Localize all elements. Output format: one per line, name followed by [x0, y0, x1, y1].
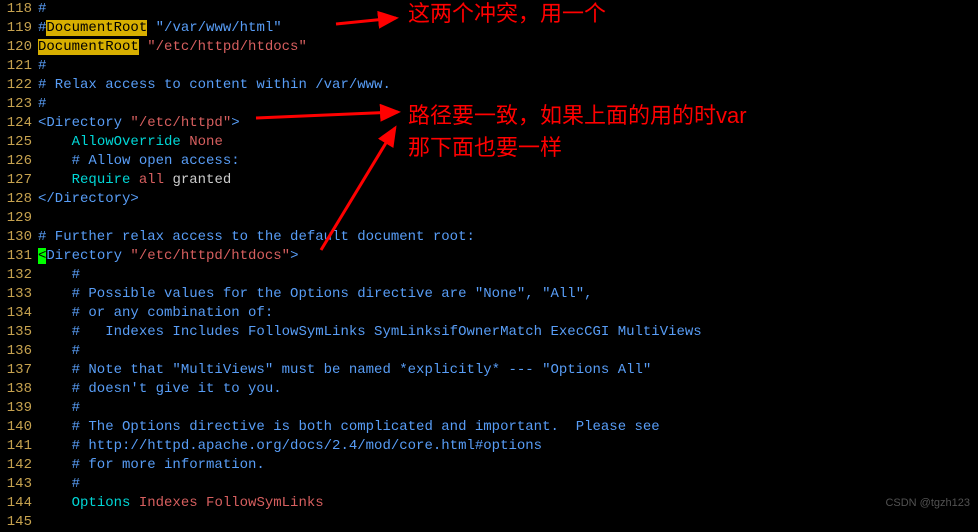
line-number: 119: [0, 19, 38, 38]
line-number: 123: [0, 95, 38, 114]
line-number: 143: [0, 475, 38, 494]
line-number: 140: [0, 418, 38, 437]
line-number: 132: [0, 266, 38, 285]
code-line[interactable]: 127 Require all granted: [0, 171, 978, 190]
code-content[interactable]: #: [38, 342, 978, 361]
code-content[interactable]: #DocumentRoot "/var/www/html": [38, 19, 978, 38]
code-line[interactable]: 128</Directory>: [0, 190, 978, 209]
code-content[interactable]: Require all granted: [38, 171, 978, 190]
code-line[interactable]: 132 #: [0, 266, 978, 285]
code-line[interactable]: 143 #: [0, 475, 978, 494]
code-line[interactable]: 141 # http://httpd.apache.org/docs/2.4/m…: [0, 437, 978, 456]
code-content[interactable]: Options Indexes FollowSymLinks: [38, 494, 978, 513]
code-content[interactable]: # Note that "MultiViews" must be named *…: [38, 361, 978, 380]
code-content[interactable]: # Indexes Includes FollowSymLinks SymLin…: [38, 323, 978, 342]
line-number: 128: [0, 190, 38, 209]
code-line[interactable]: 124<Directory "/etc/httpd">: [0, 114, 978, 133]
code-content[interactable]: DocumentRoot "/etc/httpd/htdocs": [38, 38, 978, 57]
line-number: 133: [0, 285, 38, 304]
line-number: 144: [0, 494, 38, 513]
code-line[interactable]: 142 # for more information.: [0, 456, 978, 475]
code-content[interactable]: #: [38, 0, 978, 19]
code-content[interactable]: # Relax access to content within /var/ww…: [38, 76, 978, 95]
code-content[interactable]: # http://httpd.apache.org/docs/2.4/mod/c…: [38, 437, 978, 456]
code-line[interactable]: 120DocumentRoot "/etc/httpd/htdocs": [0, 38, 978, 57]
code-line[interactable]: 130# Further relax access to the default…: [0, 228, 978, 247]
code-content[interactable]: # The Options directive is both complica…: [38, 418, 978, 437]
line-number: 145: [0, 513, 38, 532]
code-editor[interactable]: 118#119#DocumentRoot "/var/www/html"120D…: [0, 0, 978, 532]
line-number: 136: [0, 342, 38, 361]
line-number: 124: [0, 114, 38, 133]
code-line[interactable]: 129: [0, 209, 978, 228]
code-line[interactable]: 118#: [0, 0, 978, 19]
code-content[interactable]: # Possible values for the Options direct…: [38, 285, 978, 304]
line-number: 134: [0, 304, 38, 323]
line-number: 120: [0, 38, 38, 57]
code-line[interactable]: 133 # Possible values for the Options di…: [0, 285, 978, 304]
code-content[interactable]: #: [38, 95, 978, 114]
line-number: 141: [0, 437, 38, 456]
line-number: 131: [0, 247, 38, 266]
line-number: 138: [0, 380, 38, 399]
line-number: 129: [0, 209, 38, 228]
line-number: 125: [0, 133, 38, 152]
code-content[interactable]: #: [38, 475, 978, 494]
code-line[interactable]: 131<Directory "/etc/httpd/htdocs">: [0, 247, 978, 266]
code-content[interactable]: #: [38, 57, 978, 76]
code-content[interactable]: <Directory "/etc/httpd">: [38, 114, 978, 133]
line-number: 130: [0, 228, 38, 247]
code-content[interactable]: # Allow open access:: [38, 152, 978, 171]
code-content[interactable]: </Directory>: [38, 190, 978, 209]
code-content[interactable]: [38, 513, 978, 532]
line-number: 139: [0, 399, 38, 418]
code-line[interactable]: 140 # The Options directive is both comp…: [0, 418, 978, 437]
line-number: 126: [0, 152, 38, 171]
code-line[interactable]: 123#: [0, 95, 978, 114]
code-content[interactable]: [38, 209, 978, 228]
code-content[interactable]: <Directory "/etc/httpd/htdocs">: [38, 247, 978, 266]
line-number: 118: [0, 0, 38, 19]
code-line[interactable]: 145: [0, 513, 978, 532]
code-content[interactable]: # doesn't give it to you.: [38, 380, 978, 399]
code-line[interactable]: 144 Options Indexes FollowSymLinks: [0, 494, 978, 513]
code-line[interactable]: 135 # Indexes Includes FollowSymLinks Sy…: [0, 323, 978, 342]
line-number: 121: [0, 57, 38, 76]
line-number: 122: [0, 76, 38, 95]
code-content[interactable]: #: [38, 266, 978, 285]
code-content[interactable]: # Further relax access to the default do…: [38, 228, 978, 247]
code-line[interactable]: 139 #: [0, 399, 978, 418]
code-line[interactable]: 125 AllowOverride None: [0, 133, 978, 152]
code-content[interactable]: AllowOverride None: [38, 133, 978, 152]
code-line[interactable]: 138 # doesn't give it to you.: [0, 380, 978, 399]
line-number: 142: [0, 456, 38, 475]
code-line[interactable]: 122# Relax access to content within /var…: [0, 76, 978, 95]
line-number: 135: [0, 323, 38, 342]
code-content[interactable]: #: [38, 399, 978, 418]
code-line[interactable]: 136 #: [0, 342, 978, 361]
line-number: 137: [0, 361, 38, 380]
code-line[interactable]: 126 # Allow open access:: [0, 152, 978, 171]
code-content[interactable]: # or any combination of:: [38, 304, 978, 323]
code-line[interactable]: 134 # or any combination of:: [0, 304, 978, 323]
code-content[interactable]: # for more information.: [38, 456, 978, 475]
watermark: CSDN @tgzh123: [885, 494, 970, 513]
code-line[interactable]: 119#DocumentRoot "/var/www/html": [0, 19, 978, 38]
code-line[interactable]: 121#: [0, 57, 978, 76]
code-line[interactable]: 137 # Note that "MultiViews" must be nam…: [0, 361, 978, 380]
line-number: 127: [0, 171, 38, 190]
